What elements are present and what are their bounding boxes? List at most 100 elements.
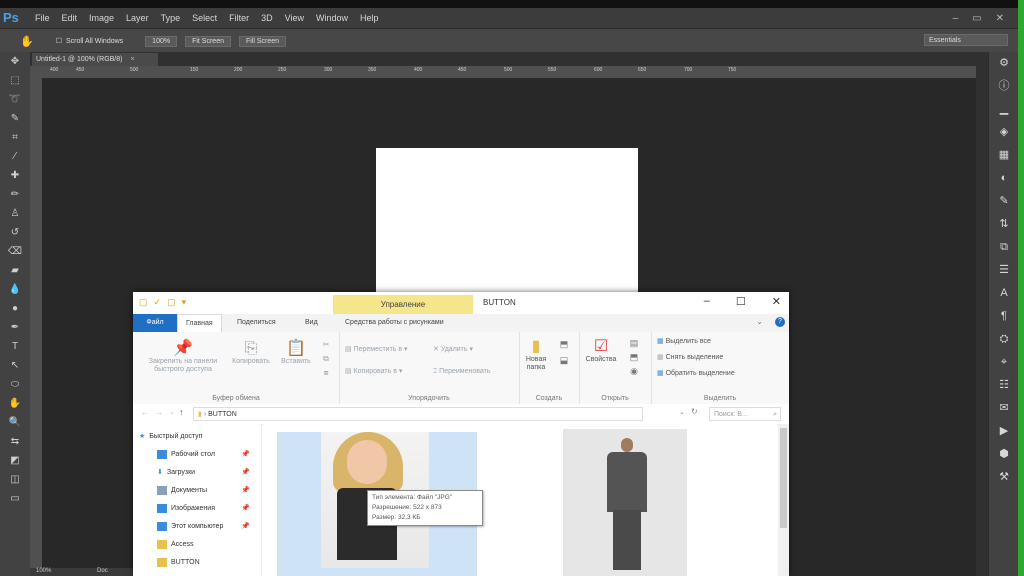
screen-mode-icon[interactable]: ▭: [0, 489, 30, 508]
pin-icon[interactable]: 📌: [241, 504, 250, 512]
tab-share[interactable]: Поделиться: [229, 314, 284, 332]
close-button[interactable]: ✕: [772, 295, 781, 308]
gradient-tool-icon[interactable]: ▰: [0, 261, 30, 280]
stamp-tool-icon[interactable]: ♙: [0, 204, 30, 223]
brush-tool-icon[interactable]: ✏: [0, 185, 30, 204]
properties-button[interactable]: ☑ Свойства: [581, 338, 621, 364]
rename-button[interactable]: ⌶ Переименовать: [433, 368, 490, 376]
maximize-button[interactable]: ☐: [736, 295, 746, 308]
nav-item-documents[interactable]: Документы: [157, 482, 207, 499]
gear-icon[interactable]: ⚙: [989, 52, 1019, 75]
restore-button[interactable]: ▭: [972, 13, 981, 24]
open-edit-history-icon[interactable]: ▤ ⬒ ◉: [625, 336, 643, 378]
tab-file[interactable]: Файл: [133, 314, 177, 332]
vertical-scrollbar[interactable]: [778, 424, 789, 576]
back-arrow-icon[interactable]: ←: [141, 408, 149, 417]
nav-item-pictures[interactable]: Изображения: [157, 500, 215, 517]
pin-button[interactable]: 📌 Закрепить на панели быстрого доступа: [137, 340, 229, 374]
nav-item-this-pc[interactable]: Этот компьютер: [157, 518, 223, 535]
actions-icon[interactable]: ▶: [989, 420, 1019, 443]
adjustments-icon[interactable]: ⇅: [989, 213, 1019, 236]
chevron-down-icon[interactable]: ⌄: [169, 408, 175, 416]
pin-icon[interactable]: 📌: [241, 468, 250, 476]
menu-edit[interactable]: Edit: [56, 13, 84, 23]
menu-type[interactable]: Type: [155, 13, 187, 23]
channels-icon[interactable]: ⧉: [989, 236, 1019, 259]
workspace-select[interactable]: Essentials: [924, 34, 1008, 46]
info-icon[interactable]: ⓘ: [989, 75, 1019, 98]
minimize-button[interactable]: –: [704, 295, 710, 308]
paths-icon[interactable]: ☰: [989, 259, 1019, 282]
path-box[interactable]: ▮ › BUTTON: [193, 407, 643, 421]
select-all-button[interactable]: ▦ Выделить все: [657, 338, 711, 346]
path-select-tool-icon[interactable]: ↖: [0, 356, 30, 375]
nav-item-quick-access[interactable]: ★ Быстрый доступ: [139, 428, 202, 445]
menu-filter[interactable]: Filter: [223, 13, 255, 23]
shape-tool-icon[interactable]: ⬭: [0, 375, 30, 394]
customize-icon[interactable]: ▾: [182, 297, 187, 308]
minimize-button[interactable]: –: [953, 13, 959, 24]
pin-icon[interactable]: 📌: [241, 450, 250, 458]
hand-tool-icon[interactable]: ✋: [0, 394, 30, 413]
properties-icon[interactable]: ✓: [154, 297, 162, 308]
3d-icon[interactable]: ⬢: [989, 443, 1019, 466]
menu-select[interactable]: Select: [186, 13, 223, 23]
nav-item-downloads[interactable]: ⬇ Загрузки: [157, 464, 195, 481]
color-swatches-icon[interactable]: ◩: [0, 451, 30, 470]
character-icon[interactable]: A: [989, 282, 1019, 305]
clone-source-icon[interactable]: ⛭: [989, 328, 1019, 351]
menu-help[interactable]: Help: [354, 13, 385, 23]
eyedropper-tool-icon[interactable]: ⁄: [0, 147, 30, 166]
swap-colors-icon[interactable]: ⇆: [0, 432, 30, 451]
timeline-icon[interactable]: ⚒: [989, 466, 1019, 489]
chevron-down-icon[interactable]: ⌄: [756, 317, 763, 326]
nav-item-button[interactable]: BUTTON: [157, 554, 200, 571]
zoom-100-button[interactable]: 100%: [145, 35, 178, 47]
crop-tool-icon[interactable]: ⌗: [0, 128, 30, 147]
history-brush-tool-icon[interactable]: ↺: [0, 223, 30, 242]
properties-icon[interactable]: ☷: [989, 374, 1019, 397]
eraser-tool-icon[interactable]: ⌫: [0, 242, 30, 261]
new-item-icon[interactable]: ⬒ ⬓: [555, 336, 573, 368]
document-canvas[interactable]: [376, 148, 638, 298]
healing-tool-icon[interactable]: ✚: [0, 166, 30, 185]
invert-selection-button[interactable]: ▦ Обратить выделение: [657, 370, 735, 378]
tab-home[interactable]: Главная: [177, 314, 222, 333]
chevron-down-icon[interactable]: ⌄: [679, 408, 685, 416]
up-arrow-icon[interactable]: ↑: [179, 407, 184, 417]
fill-screen-button[interactable]: Fill Screen: [238, 35, 287, 47]
lasso-tool-icon[interactable]: ➰: [0, 90, 30, 109]
pen-tool-icon[interactable]: ✒: [0, 318, 30, 337]
nav-item-desktop[interactable]: Рабочий стол: [157, 446, 215, 463]
menu-window[interactable]: Window: [310, 13, 354, 23]
folder-icon[interactable]: ▢: [139, 297, 148, 308]
nav-item-access[interactable]: Access: [157, 536, 194, 553]
quick-mask-icon[interactable]: ◫: [0, 470, 30, 489]
notes-icon[interactable]: ✉: [989, 397, 1019, 420]
color-icon[interactable]: ◐: [989, 167, 1019, 190]
dodge-tool-icon[interactable]: ●: [0, 299, 30, 318]
tool-presets-icon[interactable]: ⌖: [989, 351, 1019, 374]
zoom-tool-icon[interactable]: 🔍: [0, 413, 30, 432]
tab-picture-tools[interactable]: Средства работы с рисунками: [337, 314, 452, 332]
paragraph-icon[interactable]: ¶: [989, 305, 1019, 328]
menu-view[interactable]: View: [279, 13, 310, 23]
document-tab[interactable]: Untitled-1 @ 100% (RGB/8) ×: [32, 53, 158, 66]
blur-tool-icon[interactable]: 💧: [0, 280, 30, 299]
marquee-tool-icon[interactable]: ⬚: [0, 71, 30, 90]
move-to-button[interactable]: ▤ Переместить в ▾: [345, 346, 408, 354]
scroll-all-checkbox[interactable]: ☐: [56, 37, 62, 45]
close-button[interactable]: ✕: [996, 13, 1004, 24]
cut-icon[interactable]: ✂ ⧉ ⧈: [319, 338, 333, 380]
menu-3d[interactable]: 3D: [255, 13, 279, 23]
quick-select-tool-icon[interactable]: ✎: [0, 109, 30, 128]
hand-tool-icon[interactable]: ✋: [20, 35, 34, 48]
forward-arrow-icon[interactable]: →: [155, 408, 163, 417]
histogram-icon[interactable]: ▁: [989, 98, 1019, 121]
scrollbar-thumb[interactable]: [780, 428, 787, 528]
copy-button[interactable]: ⎘ Копировать: [229, 340, 273, 366]
swatches-icon[interactable]: ▦: [989, 144, 1019, 167]
delete-button[interactable]: ✕ Удалить ▾: [433, 346, 473, 354]
new-folder-button[interactable]: ▮ Новая папка: [521, 338, 551, 372]
move-tool-icon[interactable]: ✥: [0, 52, 30, 71]
